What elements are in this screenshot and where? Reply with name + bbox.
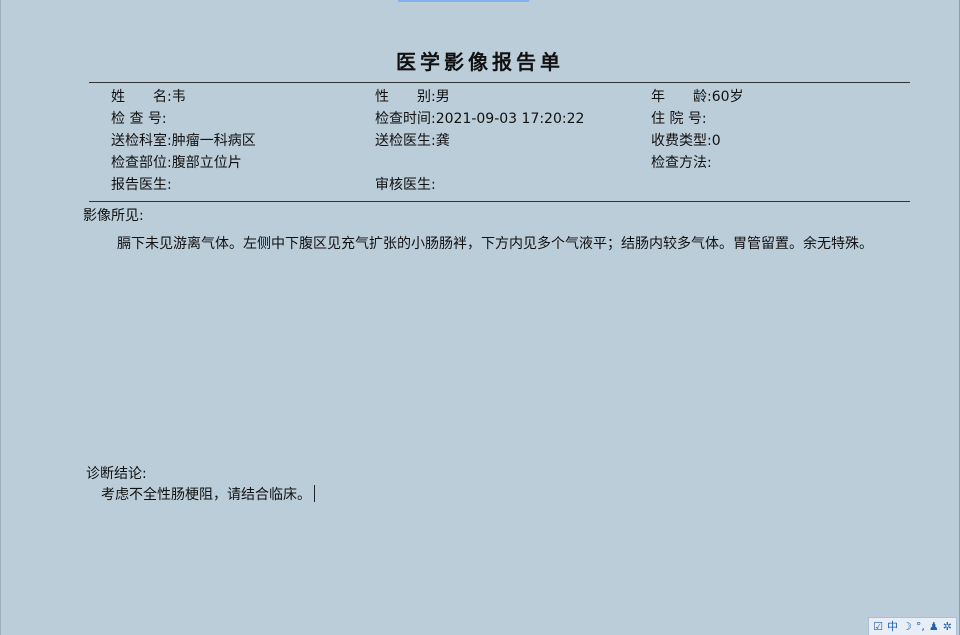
exam-no-label: 检 查 号:: [111, 111, 167, 127]
fee-type-value: 0: [711, 133, 721, 149]
method-label: 检查方法:: [651, 155, 712, 171]
ref-doctor-label: 送检医生:: [375, 133, 436, 149]
fee-type-label: 收费类型:: [651, 133, 712, 149]
checkbox-icon[interactable]: ☑: [873, 619, 883, 634]
age-field: 年 龄:60岁: [651, 88, 744, 106]
report-page: 医学影像报告单 姓 名:韦 性 别:男 年 龄:60岁 检 查 号: 检查时间:…: [0, 0, 960, 635]
top-accent-bar: [398, 0, 529, 2]
report-doctor-label: 报告医生:: [111, 177, 172, 193]
conclusion-text: 考虑不全性肠梗阻，请结合临床。: [101, 487, 311, 503]
user-icon[interactable]: ♟: [929, 619, 939, 634]
inpatient-no-label: 住 院 号:: [651, 111, 707, 127]
moon-icon[interactable]: ☽: [902, 619, 912, 634]
ref-doctor-field: 送检医生:龚: [375, 132, 450, 150]
name-value: 韦: [171, 89, 186, 105]
header-top-rule: [89, 82, 910, 83]
review-doctor-field: 审核医生:: [375, 176, 436, 194]
sex-field: 性 别:男: [375, 88, 450, 106]
dept-field: 送检科室:肿瘤一科病区: [111, 132, 256, 150]
body-part-field: 检查部位:腹部立位片: [111, 154, 242, 172]
sex-value: 男: [435, 89, 450, 105]
ime-icon[interactable]: 中: [887, 619, 898, 634]
text-caret: [314, 485, 315, 502]
ime-toolbar[interactable]: ☑ 中 ☽ °, ♟ ✲: [868, 617, 957, 635]
findings-label: 影像所见:: [83, 208, 144, 224]
name-field: 姓 名:韦: [111, 88, 186, 106]
method-field: 检查方法:: [651, 154, 712, 172]
ref-doctor-value: 龚: [435, 133, 450, 149]
findings-text[interactable]: 膈下未见游离气体。左侧中下腹区见充气扩张的小肠肠袢，下方内见多个气液平；结肠内较…: [87, 234, 887, 255]
header-bottom-rule: [89, 201, 910, 202]
body-part-value: 腹部立位片: [171, 155, 242, 171]
punctuation-icon[interactable]: °,: [916, 619, 925, 634]
exam-time-value: 2021-09-03 17:20:22: [435, 111, 585, 127]
conclusion-label: 诊断结论:: [86, 466, 147, 482]
name-label: 姓 名:: [111, 89, 172, 105]
fee-type-field: 收费类型:0: [651, 132, 721, 150]
report-title: 医学影像报告单: [396, 50, 564, 74]
exam-no-field: 检 查 号:: [111, 110, 167, 128]
review-doctor-label: 审核医生:: [375, 177, 436, 193]
body-part-label: 检查部位:: [111, 155, 172, 171]
exam-time-field: 检查时间:2021-09-03 17:20:22: [375, 110, 584, 128]
age-value: 60岁: [711, 89, 744, 105]
conclusion-text-area[interactable]: 考虑不全性肠梗阻，请结合临床。: [101, 485, 315, 504]
age-label: 年 龄:: [651, 89, 712, 105]
sex-label: 性 别:: [375, 89, 436, 105]
inpatient-no-field: 住 院 号:: [651, 110, 707, 128]
report-doctor-field: 报告医生:: [111, 176, 172, 194]
dept-label: 送检科室:: [111, 133, 172, 149]
dept-value: 肿瘤一科病区: [171, 133, 256, 149]
exam-time-label: 检查时间:: [375, 111, 436, 127]
gear-icon[interactable]: ✲: [943, 619, 952, 634]
